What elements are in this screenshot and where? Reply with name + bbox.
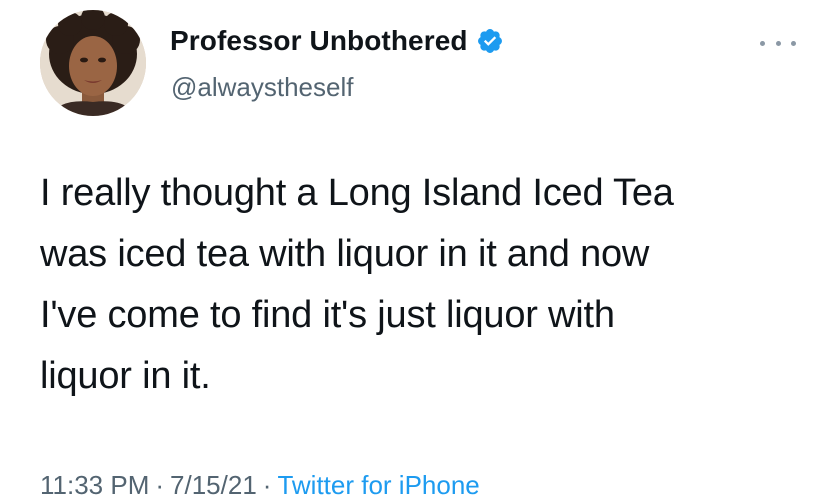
display-name-row[interactable]: Professor Unbothered <box>170 25 504 57</box>
meta-separator: · <box>155 470 165 499</box>
more-horizontal-icon[interactable] <box>760 36 796 50</box>
display-name[interactable]: Professor Unbothered <box>170 25 468 57</box>
more-dot <box>775 40 781 46</box>
more-dot <box>791 40 796 46</box>
more-dot <box>760 40 765 46</box>
tweet-card: Professor Unbothered @alwaystheself I re… <box>0 0 827 499</box>
avatar-image <box>40 10 146 116</box>
tweet-meta: 11:33 PM · 7/15/21 · Twitter for iPhone <box>40 470 480 499</box>
tweet-source-link[interactable]: Twitter for iPhone <box>277 470 479 499</box>
author-avatar[interactable] <box>40 10 146 116</box>
author-handle[interactable]: @alwaystheself <box>171 72 353 103</box>
tweet-date[interactable]: 7/15/21 <box>170 470 257 499</box>
tweet-time[interactable]: 11:33 PM <box>40 470 149 499</box>
verified-badge-icon <box>476 27 504 55</box>
meta-separator: · <box>262 470 272 499</box>
tweet-text: I really thought a Long Island Iced Tea … <box>40 172 674 397</box>
